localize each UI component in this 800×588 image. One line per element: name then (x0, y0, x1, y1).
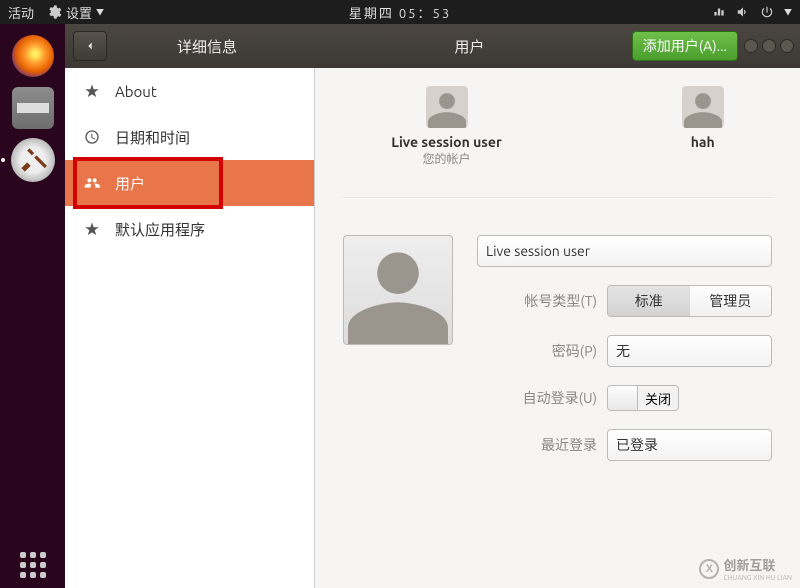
current-app-name: 设置 (66, 3, 92, 22)
sidebar-item-users[interactable]: 用户 (65, 160, 314, 206)
account-type-standard[interactable]: 标准 (608, 286, 690, 316)
window-headerbar: 详细信息 用户 添加用户(A)... (65, 24, 800, 68)
autologin-switch[interactable]: 关闭 (607, 385, 679, 411)
window-minimize-button[interactable] (744, 39, 758, 53)
account-type-toggle[interactable]: 标准 管理员 (607, 285, 772, 317)
username-field[interactable]: Live session user (477, 235, 772, 267)
switch-state-label: 关闭 (638, 389, 678, 408)
password-label: 密码(P) (477, 341, 597, 361)
files-icon (12, 87, 54, 129)
avatar (682, 86, 724, 128)
back-button[interactable] (73, 31, 107, 61)
watermark-logo: X (699, 559, 719, 579)
star-icon (84, 83, 100, 99)
system-top-bar: 活动 设置 ▼ 星期四 05：53 ▼ (0, 0, 800, 24)
avatar-large[interactable] (343, 235, 453, 345)
main-panel: Live session user 您的帐户 hah Live session … (315, 68, 800, 588)
chevron-down-icon: ▼ (784, 7, 792, 18)
add-user-button[interactable]: 添加用户(A)... (632, 31, 738, 61)
volume-icon[interactable] (736, 5, 750, 19)
lastlogin-field: 已登录 (607, 429, 772, 461)
user-subtitle: 您的帐户 (391, 150, 501, 167)
user-card-current[interactable]: Live session user 您的帐户 (391, 86, 501, 167)
user-name: hah (682, 134, 724, 150)
dock-item-files[interactable] (9, 84, 57, 132)
dock-item-firefox[interactable] (9, 32, 57, 80)
gear-icon (46, 4, 62, 20)
autologin-label: 自动登录(U) (477, 388, 597, 408)
sidebar-item-about[interactable]: About (65, 68, 314, 114)
users-icon (84, 175, 100, 191)
power-icon[interactable] (760, 5, 774, 19)
dock (0, 24, 65, 588)
sidebar-item-default-apps[interactable]: 默认应用程序 (65, 206, 314, 252)
settings-sidebar: About 日期和时间 用户 默认应用程序 (65, 68, 315, 588)
firefox-icon (12, 35, 54, 77)
dock-item-settings[interactable] (9, 136, 57, 184)
user-name: Live session user (391, 134, 501, 150)
avatar (426, 86, 468, 128)
network-icon[interactable] (712, 5, 726, 19)
lastlogin-label: 最近登录 (477, 435, 597, 455)
settings-tools-icon (11, 138, 55, 182)
activities-label[interactable]: 活动 (8, 3, 34, 22)
sidebar-header-title: 详细信息 (107, 36, 307, 57)
sidebar-item-label: 日期和时间 (115, 127, 190, 148)
star-icon (84, 221, 100, 237)
app-indicator[interactable]: 设置 ▼ (46, 3, 104, 22)
main-header-title: 用户 (307, 36, 632, 57)
chevron-down-icon: ▼ (96, 7, 104, 18)
window-maximize-button[interactable] (762, 39, 776, 53)
sidebar-item-datetime[interactable]: 日期和时间 (65, 114, 314, 160)
sidebar-item-label: 默认应用程序 (115, 219, 205, 240)
account-type-label: 帐号类型(T) (477, 291, 597, 311)
watermark: X 创新互联 CHUANG XIN HU LIAN (699, 555, 792, 582)
password-field[interactable]: 无 (607, 335, 772, 367)
clock[interactable]: 星期四 05：53 (349, 3, 451, 22)
sidebar-item-label: 用户 (115, 173, 145, 194)
clock-icon (84, 129, 100, 145)
watermark-brand: 创新互联 (723, 555, 792, 574)
switch-knob (608, 386, 638, 410)
sidebar-item-label: About (115, 83, 157, 100)
watermark-sub: CHUANG XIN HU LIAN (723, 574, 792, 582)
settings-window: 详细信息 用户 添加用户(A)... About 日期和时间 用户 (65, 24, 800, 588)
chevron-left-icon (83, 39, 97, 53)
show-applications-button[interactable] (20, 552, 46, 578)
account-type-admin[interactable]: 管理员 (690, 286, 772, 316)
divider (343, 197, 772, 199)
user-card-other[interactable]: hah (682, 86, 724, 167)
window-close-button[interactable] (780, 39, 794, 53)
